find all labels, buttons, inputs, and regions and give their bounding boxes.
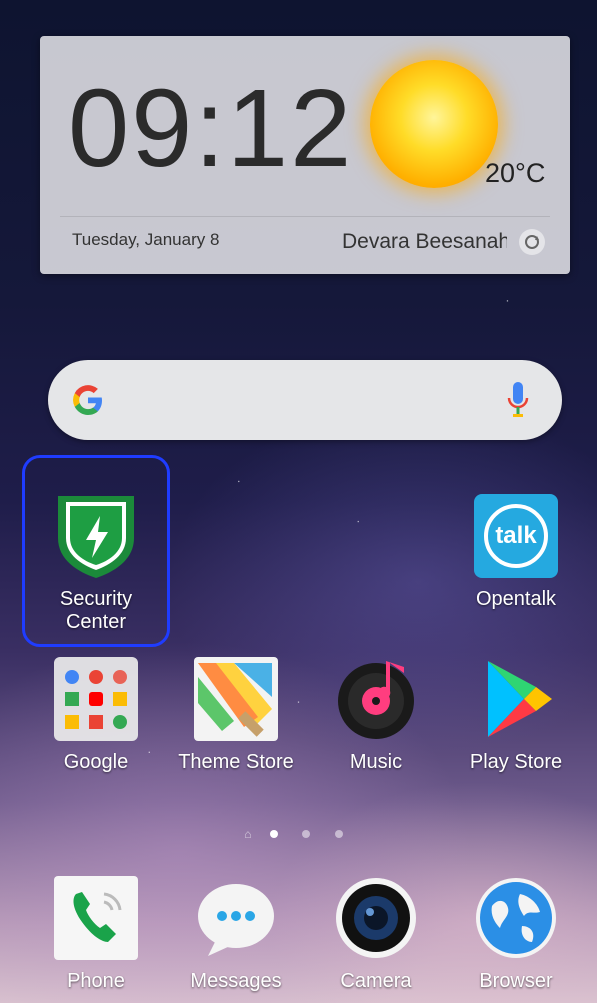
app-browser[interactable]: Browser xyxy=(446,876,586,993)
opentalk-icon-text: talk xyxy=(484,504,548,568)
app-opentalk[interactable]: talk Opentalk xyxy=(446,494,586,611)
camera-lens-icon xyxy=(334,876,418,960)
mic-icon[interactable] xyxy=(504,378,532,422)
clock-weather-widget[interactable]: 09:12 20°C Tuesday, January 8 Devara Bee… xyxy=(40,36,570,274)
google-search-bar[interactable] xyxy=(48,360,562,440)
app-label: Play Store xyxy=(469,751,563,773)
app-label: Theme Store xyxy=(178,751,294,773)
google-g-icon xyxy=(73,385,102,415)
app-theme-store[interactable]: Theme Store xyxy=(166,657,306,774)
app-label: Center xyxy=(65,611,127,633)
chat-bubble-icon xyxy=(194,876,278,960)
date-label: Tuesday, January 8 xyxy=(72,230,220,249)
app-label: Security xyxy=(59,588,133,610)
app-label: Music xyxy=(349,751,403,773)
temperature: 20°C xyxy=(485,158,546,188)
page-indicator[interactable]: ⌂ xyxy=(0,825,597,843)
sun-weather-icon xyxy=(370,60,498,188)
location-label[interactable]: Devara Beesanahalli xyxy=(342,230,507,254)
app-label: Browser xyxy=(479,970,553,992)
page-dot xyxy=(334,830,343,838)
app-google-folder[interactable]: Google xyxy=(26,657,166,774)
opentalk-icon: talk xyxy=(474,494,558,578)
app-phone[interactable]: Phone xyxy=(26,876,166,993)
app-label: Messages xyxy=(190,970,282,992)
app-play-store[interactable]: Play Store xyxy=(446,657,586,774)
page-dot-active xyxy=(269,830,278,838)
page-dot xyxy=(302,830,311,838)
play-store-icon xyxy=(474,657,558,741)
app-label: Google xyxy=(63,751,129,773)
app-music[interactable]: Music xyxy=(306,657,446,774)
app-security-center[interactable]: Security Center xyxy=(26,494,166,634)
app-label: Camera xyxy=(340,970,412,992)
brush-icon xyxy=(194,657,278,741)
home-page-icon: ⌂ xyxy=(244,827,252,841)
app-label: Phone xyxy=(67,970,125,992)
globe-icon xyxy=(474,876,558,960)
shield-icon xyxy=(54,494,138,578)
folder-icon xyxy=(54,657,138,741)
music-disc-icon xyxy=(334,657,418,741)
app-label: Opentalk xyxy=(475,588,557,610)
phone-icon xyxy=(54,876,138,960)
app-messages[interactable]: Messages xyxy=(166,876,306,993)
app-camera[interactable]: Camera xyxy=(306,876,446,993)
widget-divider xyxy=(60,216,550,217)
clock-time: 09:12 xyxy=(68,67,354,190)
refresh-icon[interactable] xyxy=(518,228,546,256)
